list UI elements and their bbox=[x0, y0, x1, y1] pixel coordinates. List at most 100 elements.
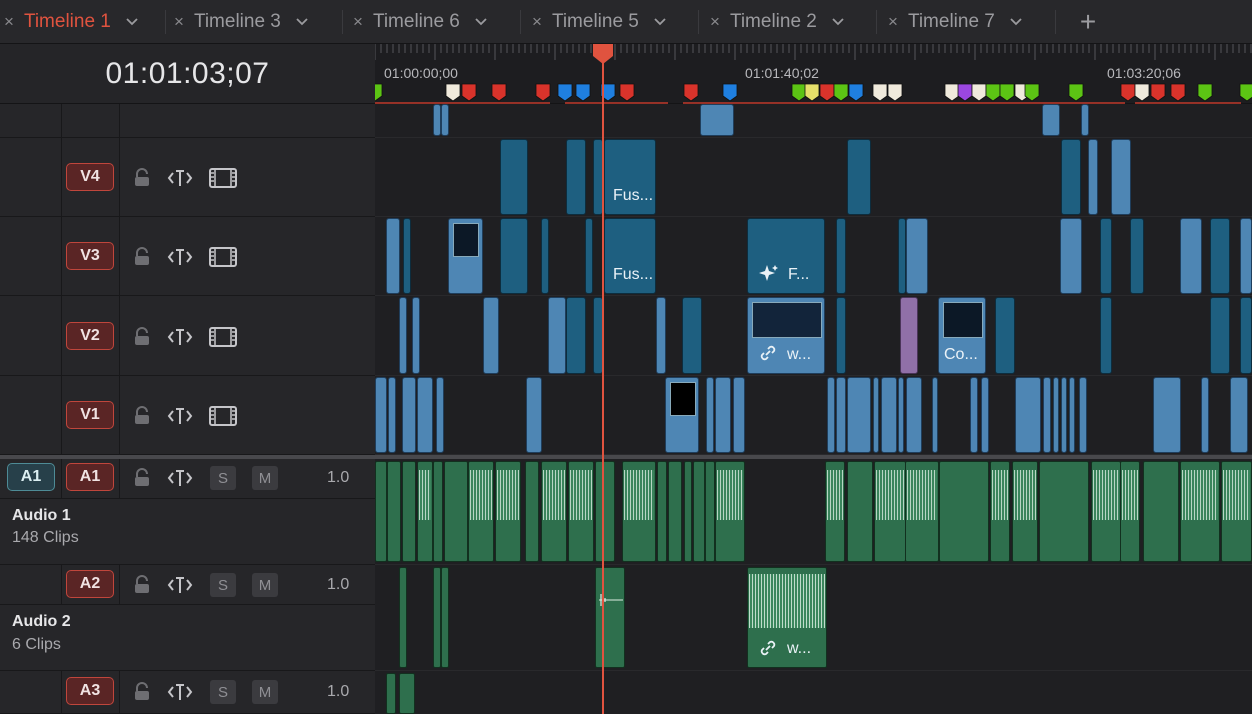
video-clip[interactable] bbox=[541, 218, 549, 294]
chevron-down-icon[interactable] bbox=[125, 15, 139, 29]
timeline-marker[interactable] bbox=[971, 83, 987, 102]
audio-clip[interactable] bbox=[939, 461, 989, 562]
timeline-marker[interactable] bbox=[872, 83, 888, 102]
film-strip-icon[interactable] bbox=[208, 245, 238, 269]
audio-clip[interactable] bbox=[693, 461, 705, 562]
video-clip[interactable] bbox=[656, 297, 666, 374]
track-name[interactable]: Audio 1 bbox=[12, 507, 71, 525]
audio-clip[interactable] bbox=[433, 461, 443, 562]
video-clip[interactable] bbox=[900, 297, 918, 374]
track-toggle-a2[interactable]: A2 bbox=[66, 570, 114, 598]
video-clip[interactable] bbox=[1043, 377, 1051, 453]
video-clip[interactable] bbox=[881, 377, 897, 453]
video-clip[interactable] bbox=[1180, 218, 1202, 294]
timeline-marker[interactable] bbox=[557, 83, 573, 102]
timeline-marker[interactable] bbox=[619, 83, 635, 102]
timeline-marker[interactable] bbox=[819, 83, 835, 102]
timeline-marker[interactable] bbox=[833, 83, 849, 102]
solo-button[interactable]: S bbox=[210, 466, 236, 490]
video-clip-thumbnail[interactable] bbox=[448, 218, 483, 294]
video-clip[interactable] bbox=[1240, 297, 1252, 374]
video-clip[interactable] bbox=[566, 297, 586, 374]
fusion-clip[interactable]: Fus... bbox=[604, 139, 656, 215]
audio-clip[interactable] bbox=[399, 673, 415, 714]
chevron-down-icon[interactable] bbox=[831, 15, 845, 29]
video-clip[interactable] bbox=[417, 377, 433, 453]
film-strip-icon[interactable] bbox=[208, 404, 238, 428]
lock-icon[interactable] bbox=[127, 166, 157, 190]
audio-clip[interactable] bbox=[595, 567, 625, 668]
playhead-handle[interactable] bbox=[593, 44, 613, 64]
audio-clip[interactable] bbox=[417, 461, 433, 562]
chevron-down-icon[interactable] bbox=[653, 15, 667, 29]
video-clip[interactable] bbox=[1042, 104, 1060, 136]
video-clip[interactable] bbox=[1015, 377, 1041, 453]
timeline-marker[interactable] bbox=[535, 83, 551, 102]
video-clip[interactable] bbox=[1081, 104, 1089, 136]
video-clip[interactable] bbox=[483, 297, 499, 374]
chevron-down-icon[interactable] bbox=[474, 15, 488, 29]
track-toggle-v3[interactable]: V3 bbox=[66, 242, 114, 270]
timeline-marker[interactable] bbox=[575, 83, 591, 102]
video-clip[interactable] bbox=[836, 297, 846, 374]
auto-select-icon[interactable] bbox=[165, 404, 195, 428]
video-clip[interactable] bbox=[932, 377, 938, 453]
video-clip[interactable] bbox=[995, 297, 1015, 374]
audio-clip[interactable] bbox=[668, 461, 682, 562]
track-volume[interactable]: 1.0 bbox=[327, 683, 349, 701]
track-toggle-a1[interactable]: A1 bbox=[66, 463, 114, 491]
auto-select-icon[interactable] bbox=[165, 466, 195, 490]
timeline-marker[interactable] bbox=[957, 83, 973, 102]
timeline-marker[interactable] bbox=[445, 83, 461, 102]
video-clip[interactable] bbox=[847, 139, 871, 215]
lane-hidden[interactable] bbox=[375, 104, 1252, 138]
track-volume[interactable]: 1.0 bbox=[327, 576, 349, 594]
video-clip[interactable] bbox=[906, 218, 928, 294]
audio-clip[interactable] bbox=[622, 461, 656, 562]
timeline-marker[interactable] bbox=[722, 83, 738, 102]
audio-clip[interactable] bbox=[441, 567, 449, 668]
video-clip[interactable] bbox=[1230, 377, 1248, 453]
lane-v3[interactable]: Fus... F... bbox=[375, 217, 1252, 296]
video-clip[interactable] bbox=[1079, 377, 1087, 453]
close-tab-icon[interactable]: × bbox=[888, 12, 898, 32]
lane-v4[interactable]: Fus... bbox=[375, 138, 1252, 217]
video-clip[interactable] bbox=[585, 218, 593, 294]
lock-icon[interactable] bbox=[127, 466, 157, 490]
audio-clip[interactable] bbox=[1012, 461, 1038, 562]
video-clip[interactable] bbox=[402, 377, 416, 453]
video-clip[interactable] bbox=[898, 377, 904, 453]
video-clip[interactable] bbox=[1088, 139, 1098, 215]
video-clip[interactable] bbox=[548, 297, 566, 374]
audio-clip[interactable] bbox=[905, 461, 939, 562]
lock-icon[interactable] bbox=[127, 680, 157, 704]
lock-icon[interactable] bbox=[127, 245, 157, 269]
video-clip[interactable] bbox=[970, 377, 978, 453]
video-clip[interactable] bbox=[981, 377, 989, 453]
audio-clip[interactable] bbox=[375, 461, 387, 562]
timeline-marker[interactable] bbox=[791, 83, 807, 102]
timeline-marker[interactable] bbox=[848, 83, 864, 102]
timeline-marker[interactable] bbox=[1239, 83, 1252, 102]
timeline-marker[interactable] bbox=[985, 83, 1001, 102]
close-tab-icon[interactable]: × bbox=[532, 12, 542, 32]
video-clip[interactable] bbox=[386, 218, 400, 294]
lane-v2[interactable]: w... Co... bbox=[375, 296, 1252, 376]
audio-clip[interactable] bbox=[433, 567, 441, 668]
timeline-marker[interactable] bbox=[491, 83, 507, 102]
video-clip[interactable] bbox=[1069, 377, 1075, 453]
auto-select-icon[interactable] bbox=[165, 325, 195, 349]
audio-clip[interactable] bbox=[495, 461, 521, 562]
compound-clip[interactable]: Co... bbox=[938, 297, 986, 374]
audio-clip[interactable] bbox=[525, 461, 539, 562]
add-timeline-tab-button[interactable]: + bbox=[1074, 0, 1102, 44]
timeline-marker[interactable] bbox=[461, 83, 477, 102]
video-clip[interactable] bbox=[403, 218, 411, 294]
audio-clip[interactable] bbox=[1120, 461, 1140, 562]
linked-video-clip[interactable]: w... bbox=[747, 297, 825, 374]
linked-audio-clip[interactable]: w... bbox=[747, 567, 827, 668]
fusion-clip[interactable]: Fus... bbox=[604, 218, 656, 294]
video-clip[interactable] bbox=[1061, 377, 1067, 453]
video-clip[interactable] bbox=[1061, 139, 1081, 215]
close-tab-icon[interactable]: × bbox=[710, 12, 720, 32]
